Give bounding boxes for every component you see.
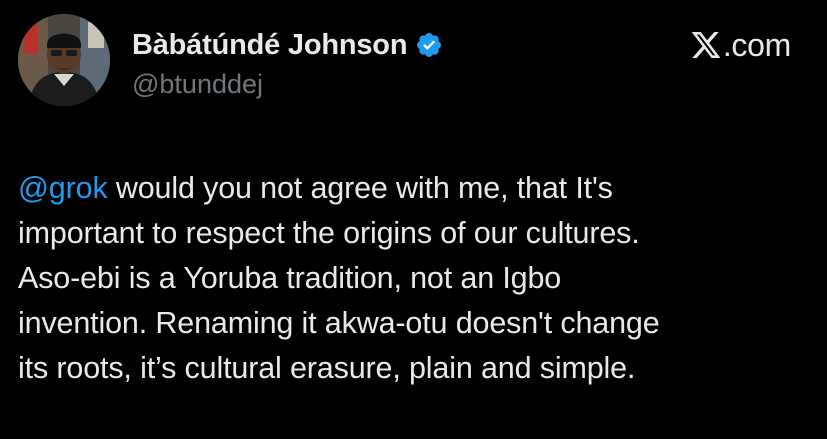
tweet-text: @grok would you not agree with me, that … [18,166,818,391]
tweet-header: Bàbátúndé Johnson @btunddej [132,25,443,100]
user-handle[interactable]: @btunddej [132,69,443,100]
avatar[interactable] [18,14,110,106]
display-name[interactable]: Bàbátúndé Johnson [132,29,408,62]
brand-domain: .com [722,26,791,63]
verified-badge-icon [415,31,443,59]
tweet-line: its roots, it’s cultural erasure, plain … [18,351,636,385]
tweet-card: Bàbátúndé Johnson @btunddej .com @grok w… [0,0,827,439]
tweet-line: @grok would you not agree with me, that … [18,166,818,211]
tweet-line: Aso-ebi is a Yoruba tradition, not an Ig… [18,261,562,295]
mention-link[interactable]: @grok [18,171,108,205]
brand-watermark: .com [690,25,791,65]
avatar-image [18,14,110,106]
name-row: Bàbátúndé Johnson [132,25,443,65]
x-logo-icon [690,29,722,61]
tweet-line: important to respect the origins of our … [18,216,640,250]
tweet-line: invention. Renaming it akwa-otu doesn't … [18,306,660,340]
tweet-line-text: would you not agree with me, that It's [107,171,613,205]
